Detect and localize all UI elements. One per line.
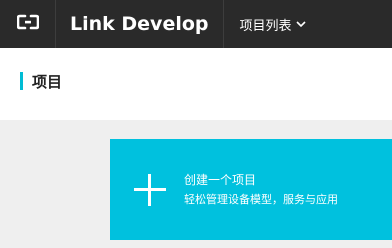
create-project-title: 创建一个项目	[184, 173, 257, 187]
page-title: 项目	[32, 73, 63, 91]
create-project-card[interactable]: 创建一个项目 轻松管理设备模型，服务与应用	[110, 139, 392, 240]
create-project-description: 轻松管理设备模型，服务与应用	[184, 193, 338, 206]
logo-button[interactable]	[0, 0, 56, 48]
plus-icon	[130, 170, 170, 210]
brand-title[interactable]: Link Develop	[56, 0, 224, 48]
title-accent-bar	[20, 72, 23, 90]
project-list-menu-label: 项目列表	[239, 18, 292, 34]
project-list-menu[interactable]: 项目列表	[224, 0, 322, 48]
link-logo-icon	[16, 14, 39, 34]
page-header: 项目	[0, 48, 392, 120]
create-project-text: 创建一个项目 轻松管理设备模型，服务与应用	[184, 171, 338, 208]
top-navigation-bar: Link Develop 项目列表	[0, 0, 392, 48]
chevron-down-icon	[295, 20, 306, 28]
